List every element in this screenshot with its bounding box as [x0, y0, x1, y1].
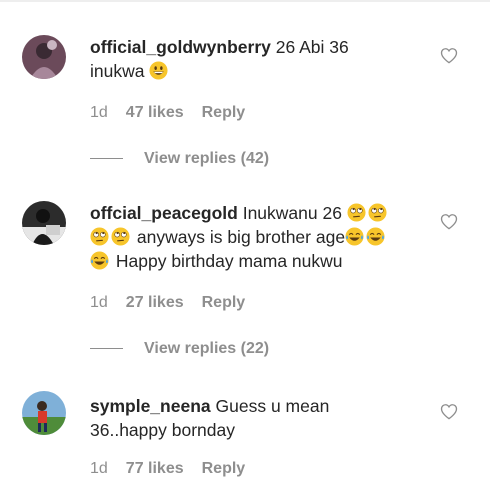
- comment-likes[interactable]: 77 likes: [126, 460, 184, 477]
- face-with-tears-of-joy-emoji: [345, 227, 364, 246]
- heart-outline-icon[interactable]: [440, 213, 458, 230]
- view-replies-button[interactable]: View replies (22): [90, 340, 269, 358]
- comment-text: anyways is big brother age: [136, 227, 346, 247]
- comment-username[interactable]: official_goldwynberry: [90, 37, 271, 57]
- face-with-rolling-eyes-emoji: [347, 203, 366, 222]
- comment-text: 36..happy bornday: [90, 420, 235, 440]
- view-replies-label[interactable]: View replies (42): [144, 150, 269, 167]
- replies-divider-line: [90, 348, 123, 350]
- avatar[interactable]: [22, 391, 66, 435]
- comment-age: 1d: [90, 294, 108, 311]
- comment-text: Inukwanu 26: [242, 203, 342, 223]
- comment-username[interactable]: symple_neena: [90, 396, 211, 416]
- view-replies-label[interactable]: View replies (22): [144, 340, 269, 357]
- view-replies-button[interactable]: View replies (42): [90, 150, 269, 168]
- avatar[interactable]: [22, 201, 66, 245]
- face-with-tears-of-joy-emoji: [90, 251, 109, 270]
- heart-outline-icon[interactable]: [440, 47, 458, 64]
- reply-button[interactable]: Reply: [202, 104, 246, 121]
- reply-button[interactable]: Reply: [202, 294, 246, 311]
- face-with-tears-of-joy-emoji: [366, 227, 385, 246]
- face-with-rolling-eyes-emoji: [368, 203, 387, 222]
- comment-likes[interactable]: 47 likes: [126, 104, 184, 121]
- comment-username[interactable]: offcial_peacegold: [90, 203, 238, 223]
- comment-text: Guess u mean: [215, 396, 330, 416]
- face-with-rolling-eyes-emoji: [111, 227, 130, 246]
- comment-text: 26 Abi 36: [275, 37, 349, 57]
- heart-outline-icon[interactable]: [440, 403, 458, 420]
- comment-likes[interactable]: 27 likes: [126, 294, 184, 311]
- comment-age: 1d: [90, 104, 108, 121]
- grinning-face-emoji: [149, 61, 168, 80]
- reply-button[interactable]: Reply: [202, 460, 246, 477]
- face-with-rolling-eyes-emoji: [90, 227, 109, 246]
- comment-age: 1d: [90, 460, 108, 477]
- top-divider: [0, 0, 490, 2]
- comment-text: inukwa: [90, 61, 145, 81]
- comment-text: Happy birthday mama nukwu: [115, 251, 343, 271]
- replies-divider-line: [90, 158, 123, 160]
- avatar[interactable]: [22, 35, 66, 79]
